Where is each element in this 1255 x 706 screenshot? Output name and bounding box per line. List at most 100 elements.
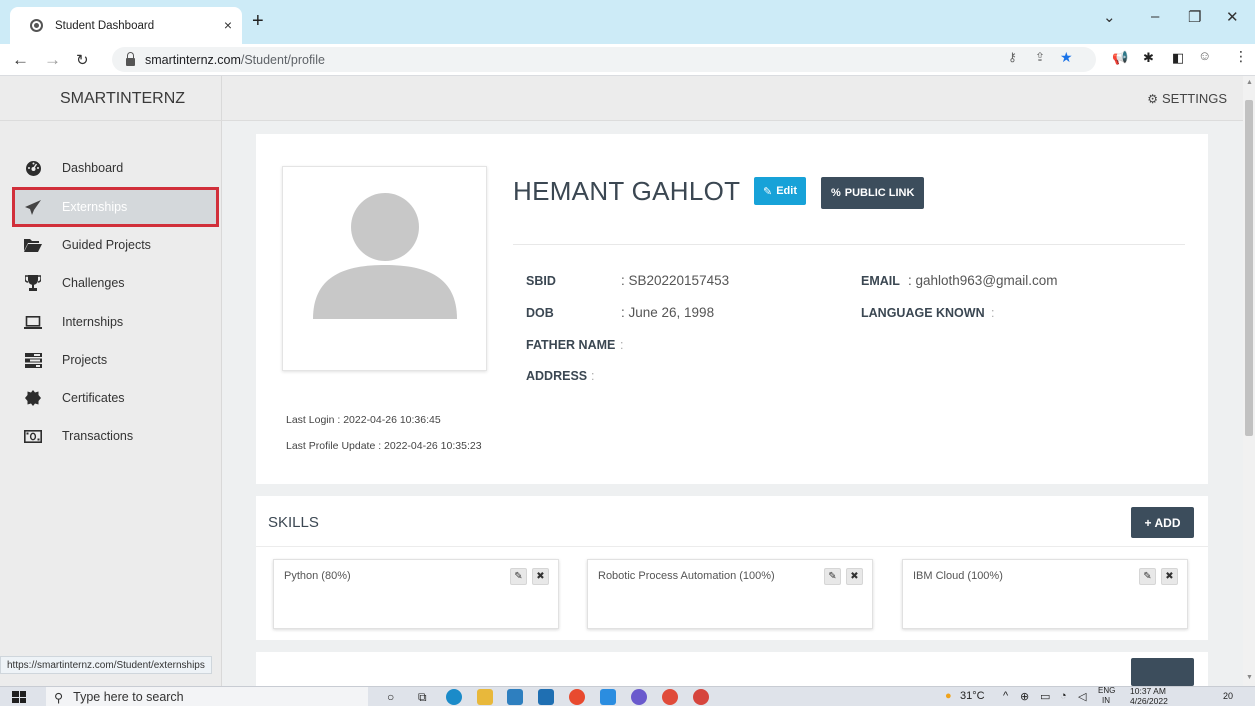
dob-label: DOB [526,306,554,320]
profile-name: HEMANT GAHLOT [513,176,741,206]
reload-icon[interactable]: ↻ [76,51,89,69]
edit-skill-pencil-icon[interactable]: ✎ [510,568,527,585]
sidebar-item-transactions[interactable]: Transactions [12,418,219,454]
lock-icon [126,51,135,66]
forward-icon[interactable]: → [44,50,61,70]
store-icon[interactable] [507,689,523,705]
notification-count[interactable]: 20 [1223,691,1233,701]
address-bar: ← → ↻ smartinternz.com /Student/profile … [0,44,1255,76]
battery-icon[interactable]: ▭ [1040,690,1050,703]
last-login: Last Login : 2022-04-26 10:36:45 [286,414,441,426]
extension-megaphone-icon[interactable]: 📢 [1112,50,1128,66]
side-panel-icon[interactable]: ◧ [1172,50,1184,66]
chrome-profile-icon[interactable] [693,689,709,705]
edge-icon[interactable] [446,689,462,705]
status-url-tooltip: https://smartinternz.com/Student/externs… [0,656,212,674]
brand-logo[interactable]: SMARTINTERNZ [0,76,222,121]
last-profile-update: Last Profile Update : 2022-04-26 10:35:2… [286,440,482,452]
plus-icon: + [1144,515,1152,530]
sidebar-item-externships[interactable]: Externships [12,187,219,227]
language-top[interactable]: ENG [1098,686,1115,695]
skills-heading: SKILLS [268,514,319,531]
windows-start-icon[interactable] [12,691,26,703]
minimize-icon[interactable]: – [1151,8,1159,25]
skill-card-ibm-cloud: IBM Cloud (100%) ✎ ✖ [902,559,1188,629]
public-link-button[interactable]: % PUBLIC LINK [821,177,925,209]
share-icon[interactable]: ⇪ [1035,50,1045,64]
money-icon [22,429,44,443]
skill-card-rpa: Robotic Process Automation (100%) ✎ ✖ [587,559,873,629]
url-host: smartinternz.com [145,52,241,67]
skill-name: Python (80%) [284,570,351,582]
sidebar-item-challenges[interactable]: Challenges [12,265,219,301]
edit-profile-button[interactable]: ✎ Edit [754,177,806,205]
browser-tab[interactable]: Student Dashboard × [10,7,242,44]
skills-card: SKILLS + ADD Python (80%) ✎ ✖ Robotic Pr… [256,496,1208,640]
father-name-label: FATHER NAME [526,338,616,352]
cortana-icon[interactable]: ○ [387,690,394,704]
user-silhouette-icon [313,193,457,319]
close-window-icon[interactable]: ✕ [1226,8,1239,26]
sidebar-item-dashboard[interactable]: Dashboard [12,150,219,186]
back-icon[interactable]: ← [12,50,29,70]
delete-skill-x-icon[interactable]: ✖ [846,568,863,585]
sidebar-item-projects[interactable]: Projects [12,342,219,378]
settings-label: SETTINGS [1161,91,1227,106]
sidebar-item-internships[interactable]: Internships [12,304,219,340]
add-skill-button[interactable]: + ADD [1131,507,1194,538]
key-icon[interactable]: ⚷ [1008,50,1017,64]
laptop-icon [22,315,44,329]
language-known-label: LANGUAGE KNOWN [861,306,985,320]
edit-skill-pencil-icon[interactable]: ✎ [1139,568,1156,585]
next-section-button[interactable] [1131,658,1194,686]
clock-date[interactable]: 4/26/2022 [1130,696,1168,706]
profile-avatar-icon[interactable]: ☺ [1198,48,1211,63]
chrome-icon[interactable] [662,689,678,705]
tab-close-icon[interactable]: × [224,17,232,33]
gears-icon: ⚙ [1147,91,1158,106]
email-label: EMAIL [861,274,900,288]
network-icon[interactable]: ⊕ [1020,690,1029,703]
file-explorer-icon[interactable] [477,689,493,705]
app-icon[interactable] [569,689,585,705]
sidebar-item-label: Guided Projects [62,238,151,252]
scroll-up-icon[interactable]: ▲ [1246,79,1253,86]
delete-skill-x-icon[interactable]: ✖ [532,568,549,585]
mail-icon[interactable] [538,689,554,705]
taskbar-search-input[interactable]: ⚲ Type here to search [46,687,368,706]
scroll-down-icon[interactable]: ▼ [1246,674,1253,681]
tray-overflow-icon[interactable]: ^ [1003,690,1008,702]
avatar[interactable] [282,166,487,371]
sidebar-item-label: Externships [62,200,128,214]
weather-temp[interactable]: 31°C [960,690,985,702]
folder-open-icon [22,238,44,252]
restore-icon[interactable]: ❐ [1188,8,1201,26]
sidebar-item-certificates[interactable]: Certificates [12,380,219,416]
language-bottom[interactable]: IN [1102,696,1110,705]
settings-button[interactable]: ⚙ SETTINGS [1147,91,1227,106]
volume-icon[interactable]: ◁ [1078,690,1086,703]
menu-kebab-icon[interactable]: ⋮ [1234,48,1248,65]
tab-title: Student Dashboard [55,19,155,32]
task-view-icon[interactable]: ⧉ [418,690,427,705]
vscode-icon[interactable] [600,689,616,705]
url-input[interactable]: smartinternz.com /Student/profile [112,47,1096,72]
tab-search-icon[interactable]: ⌄ [1103,8,1116,26]
new-tab-button[interactable]: + [252,10,264,33]
delete-skill-x-icon[interactable]: ✖ [1161,568,1178,585]
profile-divider [513,244,1185,245]
extensions-puzzle-icon[interactable]: ✱ [1143,50,1154,66]
clock-time[interactable]: 10:37 AM [1130,686,1166,696]
sbid-value: : SB20220157453 [621,273,730,288]
slack-icon[interactable] [631,689,647,705]
bookmark-star-icon[interactable]: ★ [1060,49,1073,66]
link-icon: % [831,187,841,199]
weather-icon[interactable]: ● [945,690,952,702]
edit-skill-pencil-icon[interactable]: ✎ [824,568,841,585]
wifi-icon[interactable]: ◔ [1060,690,1067,702]
page-scrollbar[interactable]: ▲ ▼ [1243,76,1255,686]
sidebar-item-label: Projects [62,353,108,367]
scrollbar-thumb[interactable] [1245,100,1253,436]
sidebar-item-label: Transactions [62,429,134,443]
sidebar-item-guided-projects[interactable]: Guided Projects [12,227,219,263]
